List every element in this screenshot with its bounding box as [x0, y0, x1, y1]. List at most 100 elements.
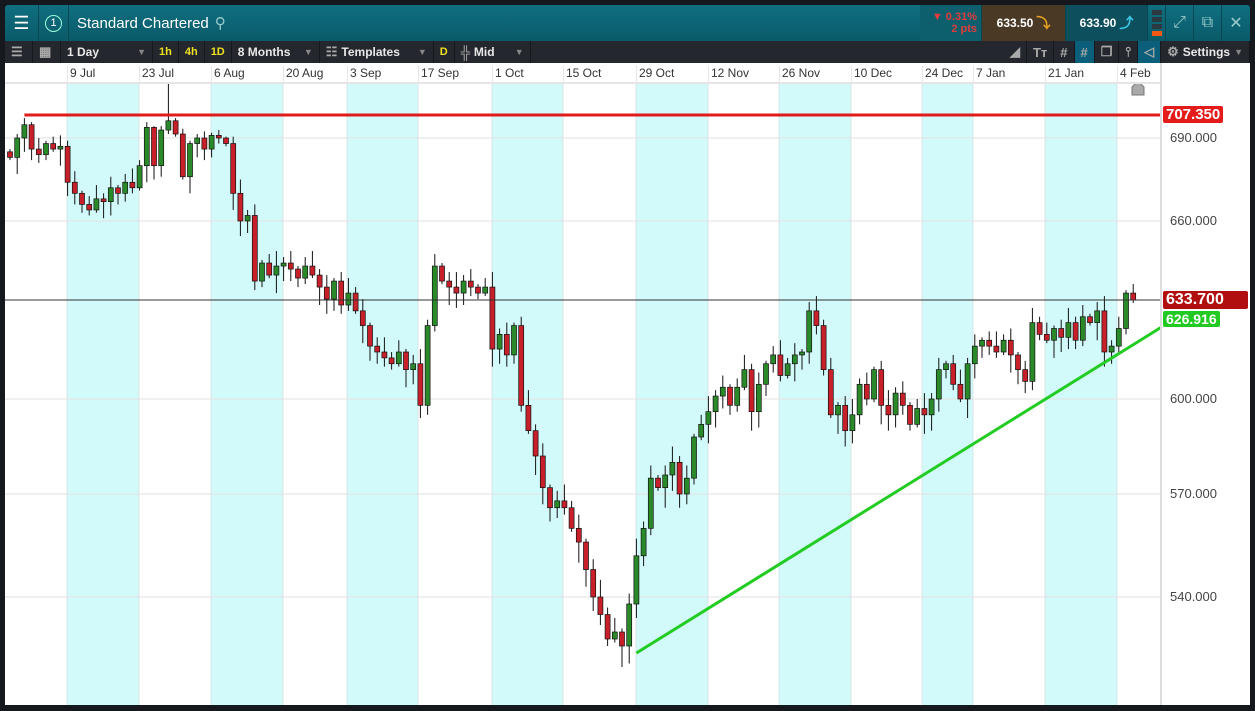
- quick-4h[interactable]: 4h: [179, 41, 205, 63]
- candle-up: [208, 134, 215, 150]
- candle-up: [93, 198, 100, 211]
- candle-down: [604, 614, 611, 640]
- candle-down: [388, 357, 395, 365]
- signal-strength-icon: [1148, 5, 1166, 41]
- grid-icon[interactable]: #: [1054, 41, 1075, 63]
- candle-down: [71, 181, 78, 194]
- quick-1h[interactable]: 1h: [153, 41, 179, 63]
- candle-up: [914, 408, 921, 425]
- search-icon[interactable]: ⚲: [215, 14, 226, 32]
- candle-down: [35, 148, 42, 155]
- candle-up: [734, 386, 741, 406]
- price-change: ▼ 0.31% 2 pts: [920, 5, 982, 41]
- candle-down: [230, 143, 237, 194]
- candle-up: [244, 215, 251, 222]
- layout-icon[interactable]: ▦: [33, 41, 61, 63]
- candle-down: [777, 354, 784, 376]
- sell-price: 633.50: [996, 16, 1034, 30]
- date-label: 15 Oct: [563, 66, 601, 84]
- candle-up: [14, 137, 21, 158]
- candle-down: [676, 461, 683, 495]
- price-tick-label: 660.000: [1170, 213, 1217, 228]
- candle-down: [655, 477, 661, 489]
- candle-up: [158, 129, 165, 167]
- candle-down: [842, 404, 849, 432]
- shaded-period: [492, 84, 563, 705]
- candle-up: [835, 404, 841, 416]
- candle-down: [1015, 354, 1021, 370]
- candle-down: [575, 527, 582, 543]
- buy-button[interactable]: 633.90 ⤴: [1066, 5, 1148, 41]
- date-axis: 9 Jul 23 Jul 6 Aug 20 Aug 3 Sep 17 Sep 1 Oct 15…: [5, 63, 1160, 84]
- date-label: 1 Oct: [492, 66, 524, 84]
- sliders-icon: ☷: [325, 44, 338, 59]
- sell-button[interactable]: 633.50 ⤵: [982, 5, 1066, 41]
- candle-up: [719, 386, 726, 397]
- price-tick-label: 600.000: [1170, 391, 1217, 406]
- candle-down: [129, 181, 136, 189]
- candle-down: [561, 500, 568, 509]
- settings-button[interactable]: ⚙ Settings ▼: [1161, 41, 1250, 63]
- close-icon[interactable]: ✕: [1222, 5, 1250, 41]
- candle-down: [64, 145, 71, 183]
- candle-down: [417, 363, 424, 406]
- range-select[interactable]: 8 Months ▼: [232, 41, 320, 63]
- candle-up: [331, 280, 337, 300]
- candle-down: [309, 265, 316, 276]
- candle-up: [136, 165, 143, 189]
- menu-button[interactable]: ☰: [5, 5, 39, 41]
- date-label: 21 Jan: [1045, 66, 1084, 84]
- group-badge-icon: 1: [45, 14, 62, 32]
- interval-select[interactable]: 1 Day ▼: [61, 41, 153, 63]
- candle-down: [1072, 322, 1079, 341]
- windows-icon[interactable]: ❐: [1095, 41, 1120, 63]
- snap-grid-icon[interactable]: #: [1074, 41, 1095, 63]
- candle-down: [50, 143, 57, 150]
- expand-icon[interactable]: ⤢: [1166, 5, 1194, 41]
- candle-up: [971, 345, 978, 365]
- candle-down: [316, 274, 323, 288]
- date-label: 12 Nov: [708, 66, 749, 84]
- d-button[interactable]: D: [434, 41, 455, 63]
- shaded-period: [779, 84, 851, 705]
- price-tag-icon[interactable]: ◁: [1138, 41, 1162, 63]
- instrument-title[interactable]: Standard Chartered: [77, 15, 209, 32]
- candle-down: [899, 392, 906, 406]
- templates-select[interactable]: ☷ Templates ▼: [320, 41, 434, 63]
- candle-up: [698, 423, 705, 438]
- candle-down: [7, 151, 13, 158]
- candle-down: [266, 262, 273, 276]
- candle-down: [532, 430, 539, 457]
- candle-down: [446, 280, 453, 288]
- candle-up: [763, 363, 769, 385]
- price-axis[interactable]: [1160, 63, 1250, 705]
- instrument-header: ☰ 1 Standard Chartered ⚲ ▼ 0.31% 2 pts 633…: [5, 5, 1250, 41]
- candle-up: [683, 477, 690, 495]
- draw-line-icon[interactable]: ◢: [1004, 41, 1027, 63]
- date-label: 10 Dec: [851, 66, 892, 84]
- chevron-down-icon: ▼: [303, 47, 313, 57]
- candle-up: [280, 262, 287, 267]
- candle-up: [871, 369, 877, 400]
- price-type-select[interactable]: ╬ Mid ▼: [455, 41, 531, 63]
- list-icon[interactable]: ☰: [5, 41, 33, 63]
- date-label: 6 Aug: [211, 66, 245, 84]
- candle-down: [1087, 316, 1093, 323]
- crosshair-icon[interactable]: ⫯: [1119, 41, 1139, 63]
- linked-group-button[interactable]: 1: [39, 5, 69, 41]
- text-icon[interactable]: Tт: [1027, 41, 1055, 63]
- candle-up: [856, 383, 863, 416]
- candle-up: [799, 351, 805, 356]
- date-label: 26 Nov: [779, 66, 820, 84]
- candle-down: [215, 134, 222, 139]
- candle-down: [539, 455, 546, 489]
- candle-up: [259, 262, 265, 282]
- candle-up: [1065, 322, 1072, 338]
- candle-up: [302, 265, 309, 279]
- candle-down: [993, 345, 1000, 353]
- candle-up: [273, 265, 280, 276]
- popout-icon[interactable]: ⧉: [1194, 5, 1222, 41]
- candle-up: [943, 363, 949, 370]
- price-chart[interactable]: [5, 84, 1250, 705]
- quick-1d[interactable]: 1D: [205, 41, 232, 63]
